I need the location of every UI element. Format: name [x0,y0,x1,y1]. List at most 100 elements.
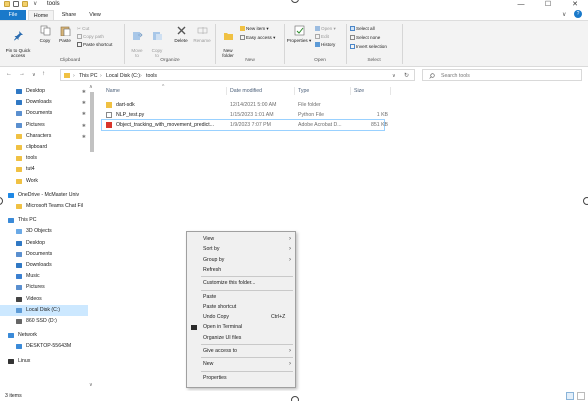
menu-item[interactable]: Refresh [187,265,297,275]
column-header-name[interactable]: Name [106,88,120,94]
sidebar-item[interactable]: This PC [0,215,88,226]
new-item-button[interactable]: New item ▾ [240,26,269,32]
column-header-type[interactable]: Type [298,88,309,94]
column-header-date-modified[interactable]: Date modified [230,88,262,94]
sidebar-item[interactable]: 860 SSD (D:) [0,316,88,327]
easy-access-button[interactable]: Easy access ▾ [240,35,275,41]
properties-button[interactable]: Properties ▾ [286,25,312,43]
search-box[interactable]: Search tools [422,69,582,81]
column-divider[interactable] [226,87,227,95]
sidebar-item[interactable]: clipboard [0,142,88,153]
sidebar-item[interactable]: Videos [0,294,88,305]
forward-arrow-icon[interactable]: → [19,71,25,77]
sidebar-item[interactable]: Linux [0,356,88,367]
address-bar[interactable]: › This PC › Local Disk (C:) › tools ∨ ↻ [60,69,415,81]
breadcrumb-tools[interactable]: tools [146,73,157,79]
history-button[interactable]: History [315,42,335,48]
sidebar-item[interactable]: 3D Objects [0,226,88,237]
copy-button[interactable]: Copy [36,25,54,43]
invert-selection-button[interactable]: Invert selection [350,44,387,50]
menu-item[interactable]: Group by › [187,255,297,265]
sidebar-item[interactable]: Downloads ✱ [0,97,88,108]
sidebar-item[interactable]: Documents ✱ [0,108,88,119]
open-button[interactable]: Open ▾ [315,26,336,32]
copy-path-button[interactable]: Copy path [77,34,104,40]
column-divider[interactable] [350,87,351,95]
up-arrow-icon[interactable]: ↑ [42,71,45,77]
tab-file[interactable]: File [0,10,26,20]
minimize-button[interactable]: — [508,0,534,9]
sidebar-item-label: Linux [18,357,31,364]
menu-item[interactable]: Paste [187,292,297,302]
search-input[interactable]: Search tools [441,73,470,79]
breadcrumb-this-pc[interactable]: This PC [79,73,97,79]
paste-shortcut-button[interactable]: Paste shortcut [77,42,112,48]
tab-view[interactable]: View [84,10,106,20]
sidebar-item[interactable]: Network [0,330,88,341]
scroll-down-icon[interactable]: ∨ [89,382,93,388]
sidebar-item[interactable]: Work [0,176,88,187]
tab-home[interactable]: Home [28,10,54,20]
quick-access-dropdown-icon[interactable]: ∨ [33,0,37,7]
move-to-button[interactable]: Move to [128,25,146,58]
cut-button[interactable]: ✂ Cut [77,26,89,32]
sidebar-item[interactable]: Characters ✱ [0,131,88,142]
sidebar-item[interactable]: Documents [0,249,88,260]
address-dropdown-icon[interactable]: ∨ [392,73,396,79]
menu-item[interactable]: Open in Terminal [187,322,297,332]
sidebar-item[interactable]: OneDrive - McMaster Univ [0,190,88,201]
new-folder-quick-icon[interactable] [22,1,28,7]
navigation-scrollbar[interactable]: ∧ ∨ [88,84,96,390]
menu-item[interactable]: Give access to › [187,346,297,356]
select-none-button[interactable]: Select none [350,35,380,41]
sidebar-item[interactable]: tools [0,153,88,164]
breadcrumb-local-disk[interactable]: Local Disk (C:) [106,73,140,79]
tab-share[interactable]: Share [58,10,80,20]
menu-item[interactable]: Organize UI files [187,333,297,343]
close-button[interactable]: ✕ [562,0,588,9]
rename-button[interactable]: Rename [192,25,212,43]
edit-button[interactable]: Edit [315,34,329,40]
details-view-icon[interactable] [566,392,574,400]
sidebar-item[interactable]: Desktop [0,238,88,249]
large-icons-view-icon[interactable] [577,392,585,400]
copy-to-button[interactable]: Copy to [148,25,166,58]
delete-button[interactable]: Delete [171,25,191,43]
menu-item[interactable]: Sort by › [187,244,297,254]
maximize-button[interactable]: ☐ [535,0,561,9]
sidebar-item[interactable]: Music [0,271,88,282]
paste-button[interactable]: Paste [56,25,74,43]
sidebar-item[interactable]: Downloads [0,260,88,271]
menu-item[interactable]: Paste shortcut [187,302,297,312]
menu-item[interactable]: View › [187,234,297,244]
column-divider[interactable] [294,87,295,95]
sidebar-item[interactable]: Desktop ✱ [0,86,88,97]
back-arrow-icon[interactable]: ← [6,71,12,77]
menu-item[interactable]: Undo Copy Ctrl+Z [187,312,297,322]
sidebar-item[interactable]: Local Disk (C:) [0,304,88,316]
sidebar-item[interactable]: Pictures ✱ [0,120,88,131]
file-list[interactable]: Name ^ Date modified Type Size dart-sdk 1… [98,84,588,390]
help-icon[interactable]: ? [574,10,582,18]
properties-quick-icon[interactable] [13,1,19,7]
sidebar-item[interactable]: tut4 [0,164,88,175]
sidebar-item[interactable]: DESKTOP-55643M [0,341,88,352]
recent-locations-icon[interactable]: ∨ [32,72,36,78]
menu-item[interactable]: Properties [187,373,297,383]
scrollbar-thumb[interactable] [90,92,94,152]
table-row[interactable]: dart-sdk 12/14/2021 5:00 AM File folder [102,100,384,110]
menu-item[interactable]: Customize this folder... [187,278,297,288]
pin-to-quick-access-button[interactable]: Pin to Quick access [3,25,33,58]
sidebar-item[interactable]: Pictures [0,282,88,293]
menu-item[interactable]: New › [187,359,297,369]
new-folder-button[interactable]: New folder [218,25,238,58]
ribbon-collapse-icon[interactable]: ∨ [562,11,566,18]
table-row[interactable]: NLP_test.py 1/15/2023 1:01 AM Python File 1… [102,110,388,120]
sidebar-item[interactable]: Microsoft Teams Chat Fil [0,201,88,212]
table-row[interactable]: Object_tracking_with_movement_predict...… [101,119,388,131]
refresh-icon[interactable]: ↻ [404,72,409,79]
select-all-button[interactable]: Select all [350,26,375,32]
column-divider[interactable] [390,87,391,95]
column-header-size[interactable]: Size [354,88,364,94]
scroll-up-icon[interactable]: ∧ [89,84,93,90]
